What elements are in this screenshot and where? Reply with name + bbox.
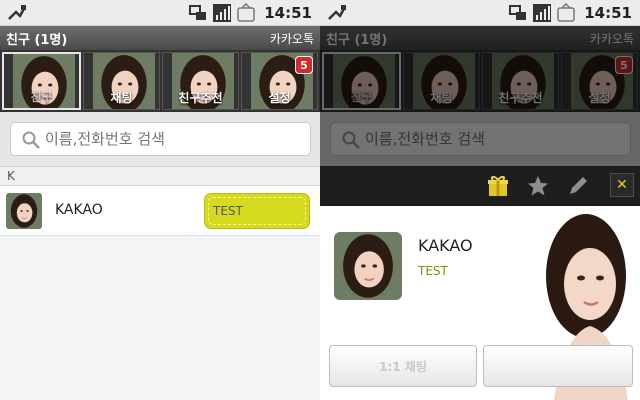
section-header: K (0, 166, 320, 186)
dim-overlay[interactable] (320, 26, 640, 166)
search-box (10, 122, 311, 156)
status-time: 14:51 (264, 4, 312, 22)
one-to-one-chat-button[interactable]: 1:1 채팅 (329, 345, 477, 387)
avatar (6, 193, 42, 229)
battery-icon (557, 3, 575, 22)
network-sync-icon (189, 5, 207, 20)
friend-row[interactable]: KAKAO TEST (0, 186, 320, 236)
profile-card: KAKAO TEST 1:1 채팅 (320, 206, 640, 400)
tab-recommend[interactable]: 친구추천 (162, 52, 239, 110)
status-time: 14:51 (584, 4, 632, 22)
tab-label: 설정 (268, 91, 291, 105)
friend-profile-screen: 14:51 친구 (1명) 카카오톡 친구 채팅 친구추천 5 설정 (320, 0, 640, 400)
tab-label: 친구 (30, 90, 53, 104)
profile-action-bar: ✕ (320, 166, 640, 206)
gift-icon[interactable] (486, 174, 510, 198)
status-bar: 14:51 (320, 0, 640, 26)
friend-name: KAKAO (55, 202, 103, 218)
star-icon[interactable] (526, 174, 550, 198)
friends-screen: 14:51 친구 (1명) 카카오톡 친구 채팅 친구추천 5 설정 이름,전화… (0, 0, 320, 400)
page-title: 친구 (1명) (6, 33, 68, 48)
section-letter: K (7, 169, 15, 183)
title-bar: 친구 (1명) 카카오톡 (0, 26, 320, 50)
battery-icon (237, 3, 255, 22)
signal-icon (213, 4, 232, 22)
usb-icon (328, 5, 347, 20)
friend-status: TEST (213, 204, 243, 218)
close-icon[interactable]: ✕ (610, 173, 634, 197)
tab-label: 채팅 (110, 91, 133, 105)
search-icon (22, 131, 40, 149)
search-input[interactable] (45, 127, 303, 151)
tab-chat[interactable]: 채팅 (83, 52, 160, 110)
list-empty-area (0, 236, 320, 400)
tab-bar: 친구 채팅 친구추천 5 설정 (0, 50, 320, 112)
profile-status: TEST (418, 264, 448, 278)
call-button[interactable] (483, 345, 633, 387)
search-area (0, 112, 320, 166)
notification-badge: 5 (295, 56, 313, 74)
usb-icon (8, 5, 27, 20)
profile-name: KAKAO (418, 236, 473, 255)
status-bubble: TEST (204, 193, 310, 229)
network-sync-icon (509, 5, 527, 20)
status-bar: 14:51 (0, 0, 320, 26)
tab-settings[interactable]: 5 설정 (241, 52, 318, 110)
signal-icon (533, 4, 552, 22)
tab-label: 친구추천 (178, 91, 223, 105)
app-brand: 카카오톡 (269, 32, 314, 46)
profile-avatar[interactable] (334, 232, 402, 300)
pencil-icon[interactable] (566, 174, 590, 198)
tab-friends[interactable]: 친구 (2, 52, 81, 110)
